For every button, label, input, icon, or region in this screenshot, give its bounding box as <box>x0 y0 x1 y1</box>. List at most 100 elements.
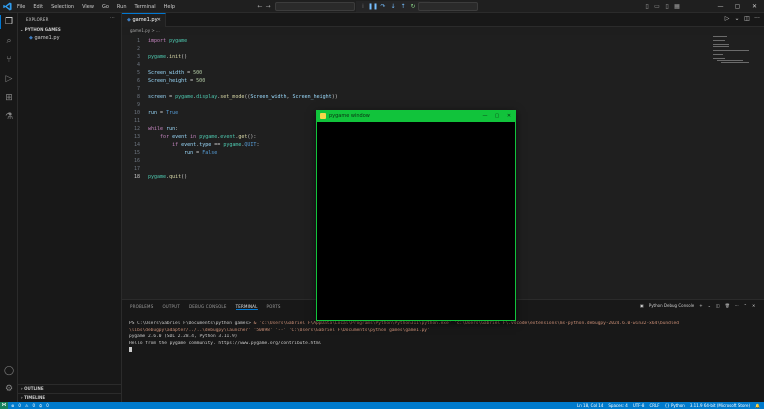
close-panel-icon[interactable]: ✕ <box>752 303 755 308</box>
maximize-icon[interactable]: ▢ <box>729 0 746 13</box>
toggle-secondary-sidebar-icon[interactable]: ▯ <box>662 1 672 12</box>
code-line[interactable]: 8 screen = pygame.display.set_mode((Scree… <box>122 93 712 101</box>
back-arrow-icon[interactable]: ← <box>256 2 264 11</box>
code-line[interactable]: 3 pygame.init() <box>122 53 712 61</box>
python-interpreter[interactable]: 3.11.9 64-bit (Microsoft Store) <box>690 403 750 408</box>
split-terminal-icon[interactable]: ◫ <box>716 303 720 308</box>
panel-tab[interactable]: TERMINAL <box>235 304 258 310</box>
run-python-icon[interactable]: ▷ <box>722 15 732 22</box>
extensions-icon[interactable]: ⊞ <box>3 92 15 104</box>
code-line[interactable]: 7 <box>122 85 712 93</box>
code-text: run = False <box>184 150 218 156</box>
panel-tab[interactable]: PORTS <box>267 304 281 310</box>
toggle-sidebar-icon[interactable]: ▯ <box>642 1 652 12</box>
terminal-pygame-version: pygame 2.6.0 (SDL 2.28.4, Python 3.11.9) <box>129 334 238 340</box>
terminal-prompt: PS C:\Users\Gabriel F\Documents\python g… <box>129 321 251 326</box>
more-actions-icon[interactable]: ··· <box>735 303 739 308</box>
pygame-window-title: pygame window <box>329 113 370 119</box>
run-debug-icon[interactable]: ▷ <box>3 73 15 85</box>
indentation[interactable]: Spaces: 4 <box>608 403 627 408</box>
menu-item[interactable]: Terminal <box>135 4 156 10</box>
chevron-down-icon[interactable]: ⌄ <box>732 15 742 22</box>
panel-tab[interactable]: DEBUG CONSOLE <box>189 304 227 310</box>
menu-item[interactable]: Selection <box>51 4 74 10</box>
close-window-icon[interactable]: ✕ <box>746 0 763 13</box>
split-editor-icon[interactable]: ◫ <box>742 15 752 22</box>
ports-count[interactable]: 0 <box>46 403 49 408</box>
timeline-section[interactable]: › TIMELINE <box>18 393 122 401</box>
vscode-logo-icon <box>3 2 12 11</box>
code-line[interactable]: 5 Screen_width = 500 <box>122 69 712 77</box>
code-line[interactable]: 6 Screen_height = 500 <box>122 77 712 85</box>
testing-icon[interactable]: ⚗ <box>3 111 15 123</box>
maximize-panel-icon[interactable]: ⌃ <box>744 303 747 308</box>
tab-game1[interactable]: ◆ game1.py ✕ <box>122 13 166 27</box>
pause-icon[interactable]: ❚❚ <box>368 2 378 12</box>
minimize-icon[interactable]: — <box>712 0 729 13</box>
explorer-icon[interactable]: ❐ <box>3 16 15 28</box>
account-icon[interactable]: ◯ <box>3 365 15 377</box>
errors-icon[interactable]: ⊗ <box>11 403 14 408</box>
ports-icon[interactable]: ⛭ <box>39 403 42 408</box>
code-line[interactable]: 2 <box>122 45 712 53</box>
line-number: 2 <box>136 46 140 52</box>
customize-layout-icon[interactable]: ▦ <box>672 1 682 12</box>
menu-item[interactable]: View <box>82 4 94 10</box>
code-line[interactable]: 9 <box>122 101 712 109</box>
kill-terminal-icon[interactable]: 🗑 <box>725 303 730 308</box>
menu-item[interactable]: Go <box>102 4 109 10</box>
line-ending[interactable]: CRLF <box>649 403 659 408</box>
file-item-game1[interactable]: ◆ game1.py <box>20 35 120 42</box>
folder-python-games[interactable]: ⌄ PYTHON GAMES <box>20 27 120 34</box>
panel-tab[interactable]: PROBLEMS <box>130 304 153 310</box>
menu-item[interactable]: Help <box>164 4 175 10</box>
terminal-session-label[interactable]: Python Debug Console <box>649 303 694 308</box>
minimize-icon[interactable]: — <box>479 111 491 122</box>
more-actions-icon[interactable]: ··· <box>752 15 762 22</box>
forward-arrow-icon[interactable]: → <box>264 2 272 11</box>
warnings-count[interactable]: 0 <box>33 403 36 408</box>
drag-grip-icon[interactable]: ⁞ <box>358 2 368 12</box>
menu-item[interactable]: File <box>17 4 25 10</box>
search-icon[interactable]: ⌕ <box>3 35 15 47</box>
title-search-area[interactable] <box>418 2 478 11</box>
code-line[interactable]: 4 <box>122 61 712 69</box>
encoding[interactable]: UTF-8 <box>633 403 645 408</box>
more-actions-icon[interactable]: ··· <box>110 15 115 21</box>
restart-icon[interactable]: ↻ <box>408 2 418 12</box>
breadcrumb[interactable]: game1.py > ... <box>130 28 160 33</box>
editor-tab-bar: ◆ game1.py ✕ <box>122 13 764 27</box>
command-center-search[interactable] <box>275 2 355 11</box>
close-window-icon[interactable]: ✕ <box>503 111 515 122</box>
terminal-output[interactable]: PS C:\Users\Gabriel F\Documents\python g… <box>129 321 749 355</box>
minimap[interactable] <box>713 36 753 66</box>
step-into-icon[interactable]: ↓ <box>388 2 398 12</box>
source-control-icon[interactable]: ⑂ <box>3 54 15 66</box>
maximize-icon[interactable]: ▢ <box>491 111 503 122</box>
warnings-icon[interactable]: ⚠ <box>25 403 29 408</box>
pygame-window-titlebar[interactable]: pygame window — ▢ ✕ <box>317 111 515 122</box>
menu-item[interactable]: Run <box>117 4 127 10</box>
errors-count[interactable]: 0 <box>18 403 21 408</box>
toggle-panel-icon[interactable]: ▭ <box>652 1 662 12</box>
code-line[interactable]: 1 import pygame <box>122 37 712 45</box>
navigation-arrows: ← → <box>256 2 272 11</box>
pygame-window[interactable]: pygame window — ▢ ✕ <box>316 110 516 321</box>
notifications-bell-icon[interactable]: 🔔 <box>755 403 760 408</box>
settings-gear-icon[interactable]: ⚙ <box>3 383 15 395</box>
code-text: screen = pygame.display.set_mode((Screen… <box>148 94 338 100</box>
menu-item[interactable]: Edit <box>33 4 43 10</box>
remote-indicator-icon[interactable]: ⋈ <box>0 402 8 409</box>
language-mode[interactable]: {} Python <box>665 403 685 408</box>
close-tab-icon[interactable]: ✕ <box>157 14 161 26</box>
line-number: 12 <box>133 126 140 132</box>
panel-tabs: PROBLEMS OUTPUT DEBUG CONSOLE TERMINAL PORTS <box>130 304 290 310</box>
step-over-icon[interactable]: ↷ <box>378 2 388 12</box>
chevron-down-icon[interactable]: ⌄ <box>708 303 711 308</box>
tab-label: game1.py <box>132 17 158 23</box>
panel-tab[interactable]: OUTPUT <box>162 304 180 310</box>
new-terminal-icon[interactable]: + <box>699 303 702 308</box>
cursor-position[interactable]: Ln 18, Col 14 <box>577 403 603 408</box>
step-out-icon[interactable]: ↑ <box>398 2 408 12</box>
outline-section[interactable]: › OUTLINE <box>18 384 122 392</box>
